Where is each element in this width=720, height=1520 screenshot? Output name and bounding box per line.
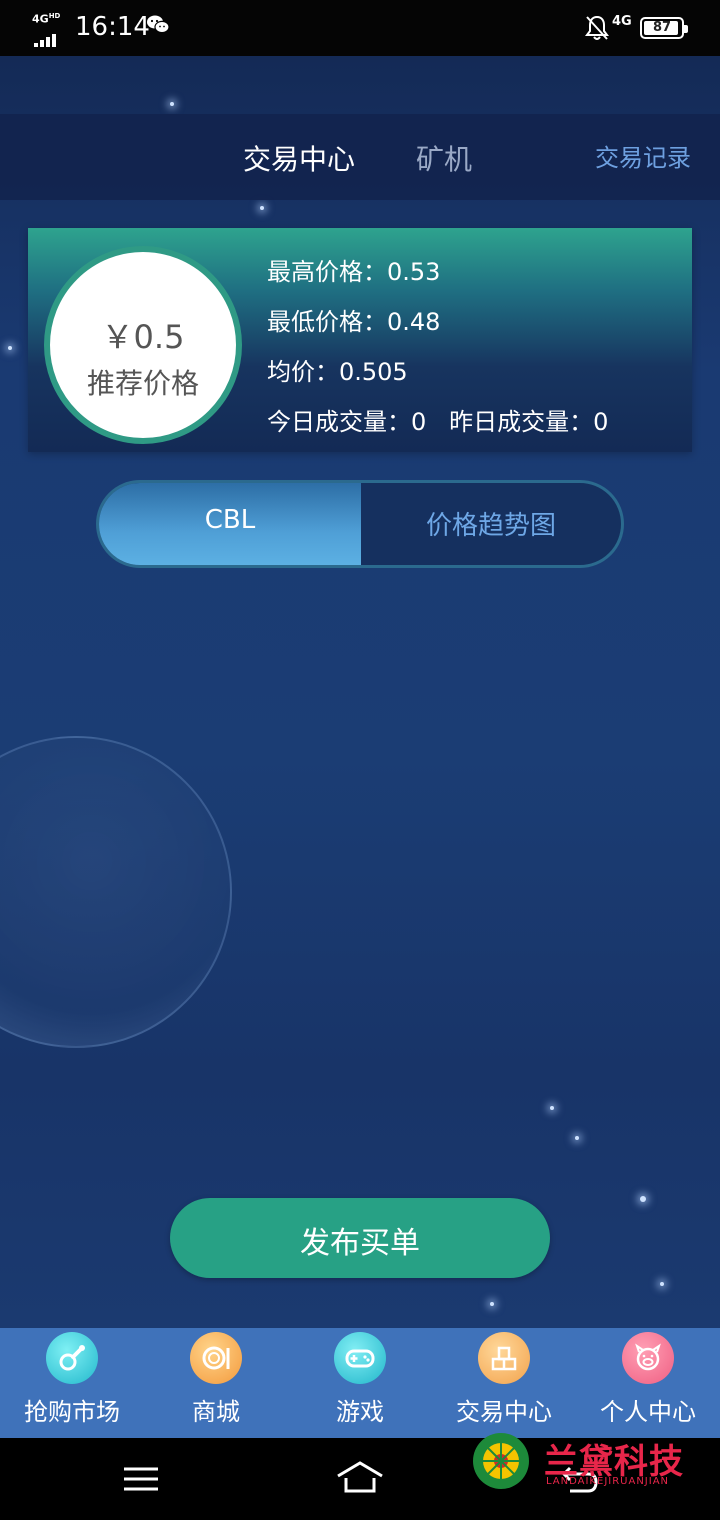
recommended-price-label: 推荐价格	[86, 367, 199, 400]
tab-miner[interactable]: 矿机	[416, 138, 472, 178]
flower-seal-icon	[473, 1433, 529, 1489]
bottom-nav: 抢购市场 商城 游戏 交易中心 个人中心	[0, 1328, 720, 1438]
trade-records-link[interactable]: 交易记录	[595, 138, 691, 173]
tab-trade-center[interactable]: 交易中心	[243, 138, 355, 178]
top-nav: 交易中心 矿机 交易记录	[0, 114, 720, 200]
toggle-cbl[interactable]: CBL	[99, 483, 361, 565]
toggle-cbl-label: CBL	[204, 505, 256, 535]
bell-muted-icon	[585, 15, 609, 40]
network-type: 4G	[612, 14, 632, 29]
watermark-subtitle: LANDAIKEJIRUANJIAN	[546, 1476, 670, 1487]
average-price: 均价：0.505	[267, 358, 408, 386]
decorative-bubble	[0, 736, 232, 1048]
home-icon[interactable]	[336, 1460, 384, 1494]
nav-label-market: 抢购市场	[24, 1398, 120, 1426]
watermark: 兰黛科技 LANDAIKEJIRUANJIAN	[466, 1430, 720, 1494]
lowest-price: 最低价格：0.48	[267, 308, 441, 336]
status-time: 16:14	[75, 12, 150, 42]
nav-item-market[interactable]: 抢购市场	[0, 1328, 144, 1438]
price-card: ￥0.5 推荐价格 最高价格：0.53 最低价格：0.48 均价：0.505 今…	[28, 228, 692, 452]
nav-item-mall[interactable]: 商城	[144, 1328, 288, 1438]
trade-volume: 今日成交量：0 昨日成交量：0	[267, 408, 609, 436]
nav-item-trade-center[interactable]: 交易中心	[432, 1328, 576, 1438]
recommended-price-badge: ￥0.5 推荐价格	[44, 246, 242, 444]
battery-level: 87	[652, 20, 672, 35]
nav-label-profile: 个人中心	[600, 1398, 696, 1426]
status-bar: 4GHD 16:14 4G 87	[0, 0, 720, 56]
nav-label-game: 游戏	[336, 1398, 384, 1426]
pacifier-icon	[46, 1332, 98, 1384]
gamepad-icon	[334, 1332, 386, 1384]
signal-icon: 4GHD	[30, 12, 70, 47]
nav-label-trade-center: 交易中心	[456, 1398, 552, 1426]
publish-buy-order-button[interactable]: 发布买单	[170, 1198, 550, 1278]
nav-item-game[interactable]: 游戏	[288, 1328, 432, 1438]
segmented-toggle: CBL 价格趋势图	[96, 480, 624, 568]
toggle-trend-label: 价格趋势图	[425, 511, 556, 541]
pig-icon	[622, 1332, 674, 1384]
nav-label-mall: 商城	[192, 1398, 240, 1426]
publish-buy-order-label: 发布买单	[300, 1226, 420, 1261]
dish-icon	[190, 1332, 242, 1384]
network-tag: 4GHD	[32, 12, 61, 26]
battery-icon: 87	[640, 17, 688, 39]
wechat-icon	[147, 15, 170, 34]
highest-price: 最高价格：0.53	[267, 258, 441, 286]
recommended-price-value: ￥0.5	[101, 318, 185, 356]
nav-item-profile[interactable]: 个人中心	[576, 1328, 720, 1438]
menu-icon[interactable]	[124, 1466, 158, 1492]
toggle-price-trend[interactable]: 价格趋势图	[361, 483, 621, 565]
blocks-icon	[478, 1332, 530, 1384]
